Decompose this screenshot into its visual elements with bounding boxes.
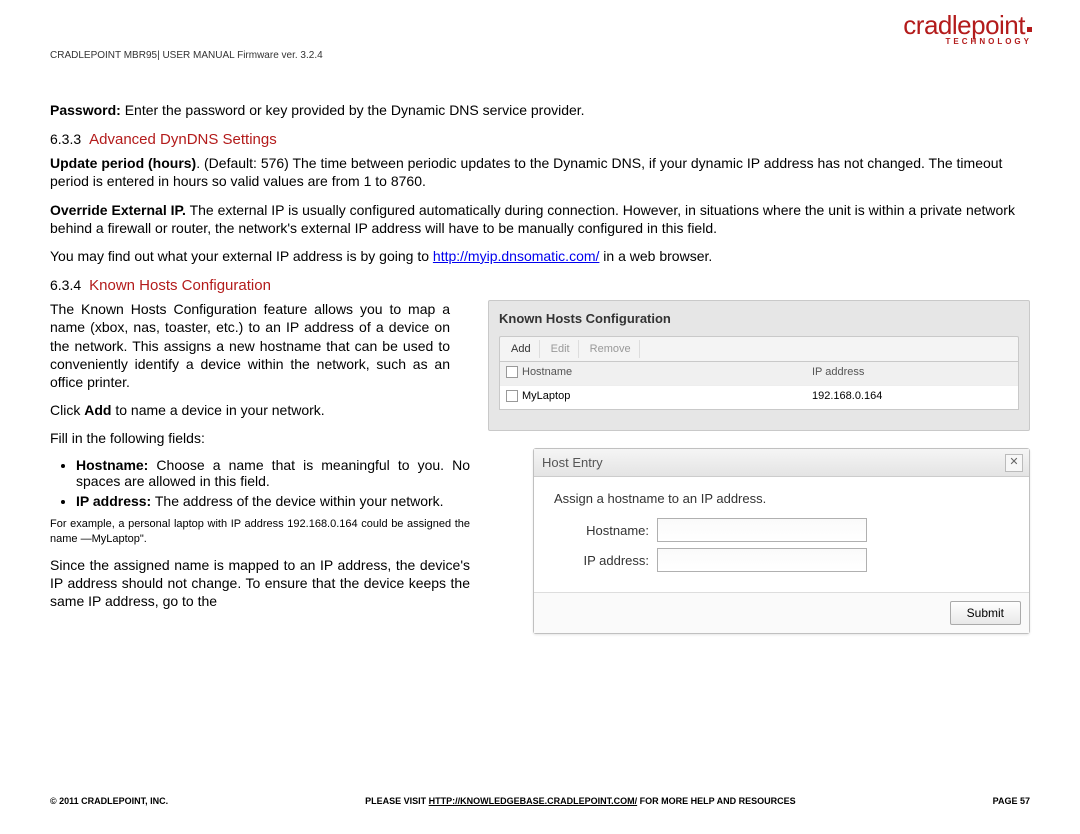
- brand-logo: cradlepoint TECHNOLOGY: [903, 12, 1032, 46]
- kb-link[interactable]: HTTP://KNOWLEDGEBASE.CRADLEPOINT.COM/: [429, 796, 638, 806]
- section-634-heading: 6.3.4Known Hosts Configuration: [50, 277, 1030, 294]
- footer-copyright: © 2011 CRADLEPOINT, INC.: [50, 796, 168, 806]
- find-ip-line: You may find out what your external IP a…: [50, 247, 1030, 265]
- host-entry-title-bar: Host Entry ✕: [534, 449, 1029, 477]
- logo-text: cradlepoint: [903, 10, 1025, 40]
- submit-button[interactable]: Submit: [950, 601, 1021, 625]
- example-note: For example, a personal laptop with IP a…: [50, 517, 470, 546]
- page-footer: © 2011 CRADLEPOINT, INC. PLEASE VISIT HT…: [50, 796, 1030, 806]
- ipaddress-input[interactable]: [657, 548, 867, 572]
- host-entry-title: Host Entry: [542, 455, 603, 470]
- edit-button[interactable]: Edit: [543, 340, 579, 358]
- khc-panel-title: Known Hosts Configuration: [499, 311, 1019, 326]
- khc-description: The Known Hosts Configuration feature al…: [50, 300, 450, 391]
- cell-hostname: MyLaptop: [522, 390, 812, 405]
- col-hostname: Hostname: [522, 366, 812, 381]
- table-header-row: Hostname IP address: [500, 362, 1018, 385]
- field-list: Hostname: Choose a name that is meaningf…: [76, 457, 470, 509]
- add-button[interactable]: Add: [503, 340, 540, 358]
- khc-table: Hostname IP address MyLaptop 192.168.0.1…: [499, 362, 1019, 410]
- fill-in-line: Fill in the following fields:: [50, 429, 450, 447]
- host-entry-desc: Assign a hostname to an IP address.: [554, 491, 1009, 506]
- remove-button[interactable]: Remove: [582, 340, 640, 358]
- override-ip-line: Override External IP. The external IP is…: [50, 201, 1030, 237]
- update-period-line: Update period (hours). (Default: 576) Th…: [50, 154, 1030, 190]
- manual-header: CRADLEPOINT MBR95| USER MANUAL Firmware …: [50, 50, 1030, 61]
- footer-page: PAGE 57: [993, 796, 1030, 806]
- select-all-checkbox[interactable]: [506, 366, 518, 378]
- row-checkbox[interactable]: [506, 390, 518, 402]
- ipaddress-label: IP address:: [554, 553, 649, 568]
- hostname-input[interactable]: [657, 518, 867, 542]
- password-line: Password: Enter the password or key prov…: [50, 101, 1030, 119]
- close-icon[interactable]: ✕: [1005, 454, 1023, 472]
- list-item: Hostname: Choose a name that is meaningf…: [76, 457, 470, 489]
- table-row[interactable]: MyLaptop 192.168.0.164: [500, 385, 1018, 409]
- since-paragraph: Since the assigned name is mapped to an …: [50, 556, 470, 611]
- list-item: IP address: The address of the device wi…: [76, 493, 470, 509]
- click-add-line: Click Add to name a device in your netwo…: [50, 401, 450, 419]
- myip-link[interactable]: http://myip.dnsomatic.com/: [433, 248, 600, 264]
- footer-center: PLEASE VISIT HTTP://KNOWLEDGEBASE.CRADLE…: [365, 796, 796, 806]
- hostname-label: Hostname:: [554, 523, 649, 538]
- known-hosts-panel: Known Hosts Configuration Add Edit Remov…: [488, 300, 1030, 431]
- cell-ip: 192.168.0.164: [812, 390, 1012, 405]
- col-ip: IP address: [812, 366, 1012, 381]
- host-entry-panel: Host Entry ✕ Assign a hostname to an IP …: [533, 448, 1030, 634]
- section-633-heading: 6.3.3Advanced DynDNS Settings: [50, 131, 1030, 148]
- khc-toolbar: Add Edit Remove: [499, 336, 1019, 362]
